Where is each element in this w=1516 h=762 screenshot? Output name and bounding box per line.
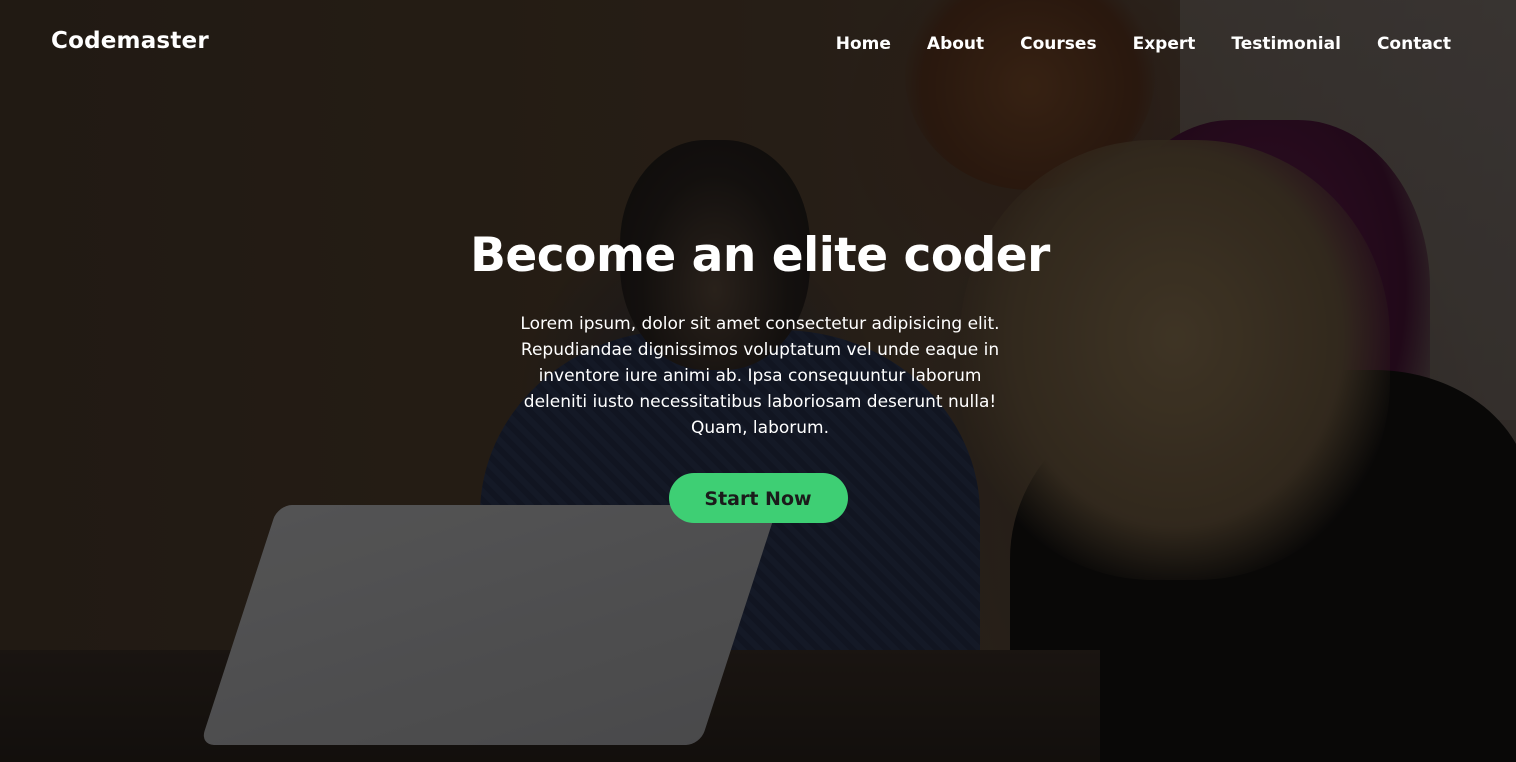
- brand-logo[interactable]: Codemaster: [51, 28, 209, 54]
- hero-section: Codemaster Home About Courses Expert Tes…: [0, 0, 1516, 762]
- hero-description: Lorem ipsum, dolor sit amet consectetur …: [520, 314, 1000, 438]
- navbar: Codemaster Home About Courses Expert Tes…: [0, 0, 1516, 90]
- nav-menu: Home About Courses Expert Testimonial Co…: [836, 34, 1451, 54]
- hero-content: Become an elite coder Lorem ipsum, dolor…: [0, 228, 1516, 523]
- hero-title: Become an elite coder: [470, 228, 1050, 283]
- start-now-button[interactable]: Start Now: [668, 473, 848, 523]
- nav-item-about[interactable]: About: [927, 34, 984, 54]
- nav-item-courses[interactable]: Courses: [1020, 34, 1096, 54]
- nav-item-home[interactable]: Home: [836, 34, 891, 54]
- nav-item-contact[interactable]: Contact: [1377, 34, 1451, 54]
- nav-item-testimonial[interactable]: Testimonial: [1231, 34, 1341, 54]
- nav-item-expert[interactable]: Expert: [1133, 34, 1196, 54]
